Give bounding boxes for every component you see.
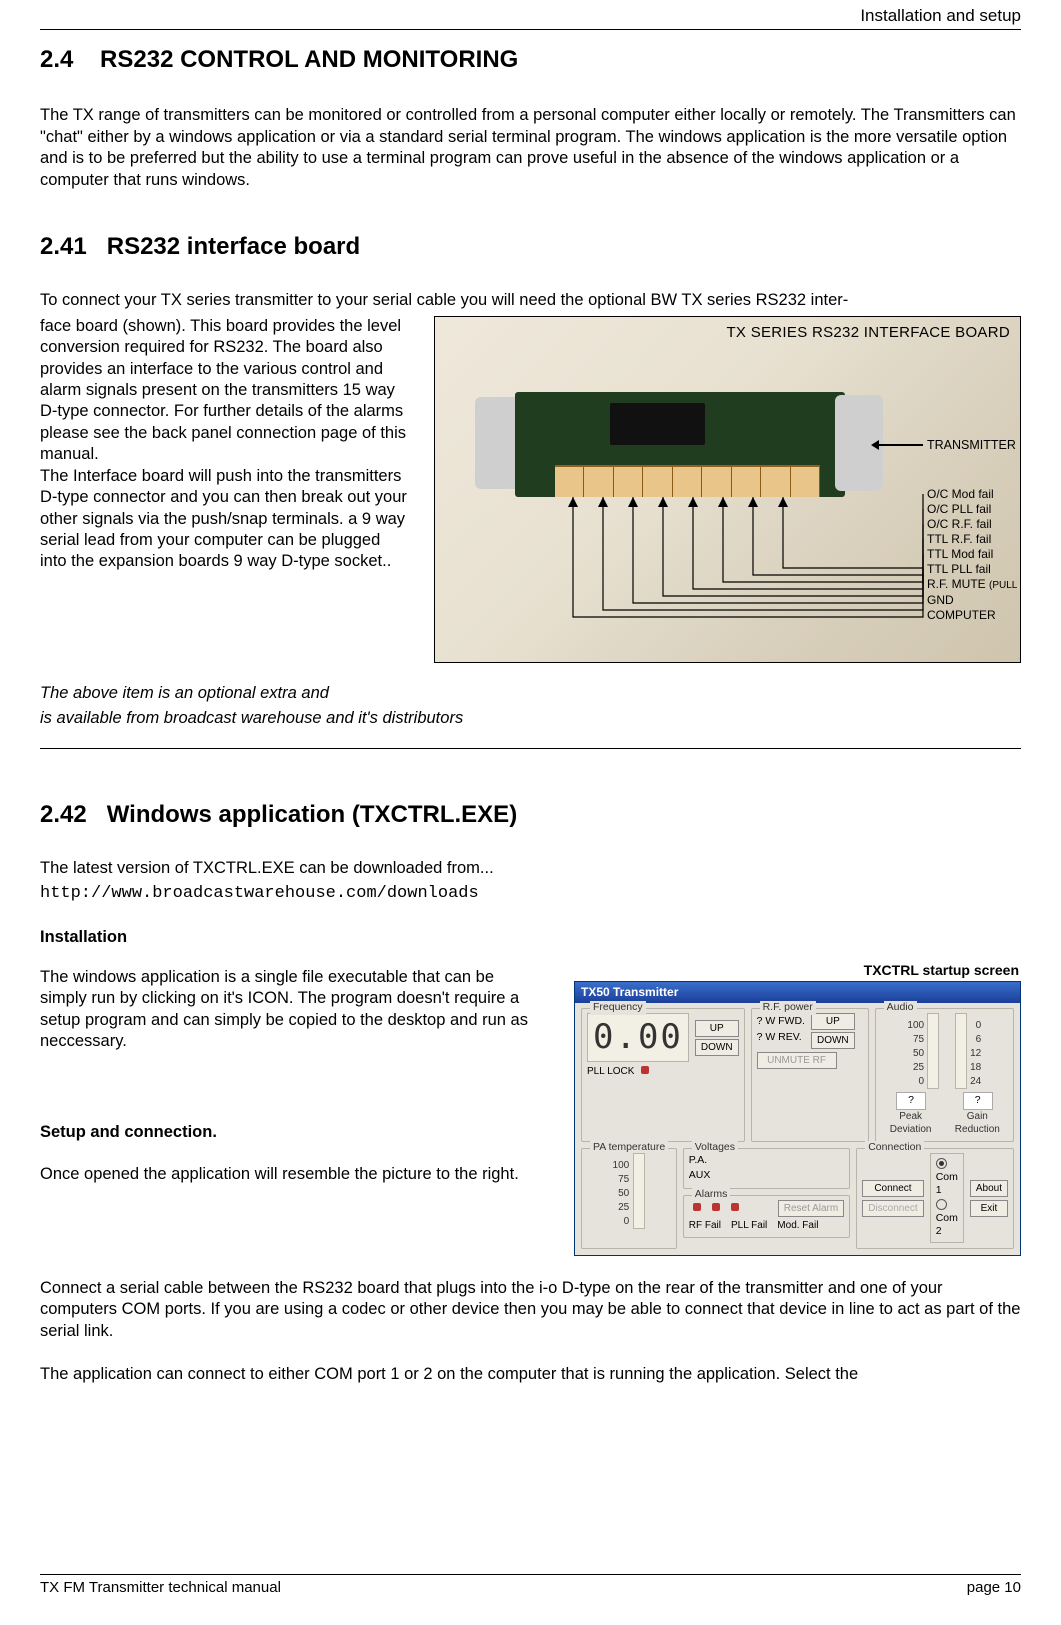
- txctrl-window: TX50 Transmitter Frequency 0.00 UP DOWN: [574, 981, 1021, 1256]
- audio-label: Audio: [884, 1001, 917, 1015]
- com-port-paragraph: The application can connect to either CO…: [40, 1364, 1021, 1385]
- section-2-42-title: Windows application (TXCTRL.EXE): [107, 801, 517, 828]
- rf-label: R.F. power: [760, 1001, 816, 1015]
- pa-temp-scale: 0 25 50 75 100: [613, 1153, 630, 1229]
- about-button[interactable]: About: [970, 1180, 1008, 1197]
- com1-radio[interactable]: Com 1: [936, 1157, 958, 1198]
- pll-lock-label: PLL LOCK: [587, 1066, 634, 1077]
- ifb-sig-oc-rf: O/C R.F. fail: [927, 517, 1021, 532]
- pa-temp-bar: [633, 1153, 645, 1229]
- section-2-41-note-line1: The above item is an optional extra and: [40, 683, 1021, 704]
- rf-down-button[interactable]: DOWN: [811, 1032, 855, 1049]
- ifb-sig-oc-pll: O/C PLL fail: [927, 502, 1021, 517]
- footer-right: page 10: [967, 1578, 1021, 1598]
- footer-left: TX FM Transmitter technical manual: [40, 1578, 281, 1598]
- reset-alarm-button[interactable]: Reset Alarm: [778, 1200, 844, 1217]
- section-2-41-lead: To connect your TX series transmitter to…: [40, 290, 1021, 311]
- audio-peak-value: ?: [896, 1092, 926, 1110]
- unmute-rf-button[interactable]: UNMUTE RF: [757, 1052, 837, 1069]
- audio-gain-label: Gain Reduction: [947, 1110, 1008, 1136]
- com2-radio[interactable]: Com 2: [936, 1198, 958, 1239]
- exit-button[interactable]: Exit: [970, 1200, 1008, 1217]
- section-2-42-download-url: http://www.broadcastwarehouse.com/downlo…: [40, 883, 1021, 905]
- ifb-sig-oc-mod: O/C Mod fail: [927, 487, 1021, 502]
- ifb-sig-gnd: GND: [927, 593, 1021, 608]
- ifb-transmitter-label: TRANSMITTER: [927, 437, 1016, 453]
- txctrl-titlebar: TX50 Transmitter: [575, 982, 1020, 1004]
- ifb-sig-ttl-mod: TTL Mod fail: [927, 547, 1021, 562]
- section-2-4-number: 2.4: [40, 46, 73, 73]
- voltage-pa-label: P.A.: [689, 1154, 708, 1166]
- alarm-mod-text: Mod. Fail: [777, 1219, 818, 1232]
- section-2-42-download-text: The latest version of TXCTRL.EXE can be …: [40, 858, 1021, 879]
- ifb-terminals: [555, 465, 820, 497]
- pa-temp-label: PA temperature: [590, 1141, 668, 1155]
- freq-up-button[interactable]: UP: [695, 1020, 739, 1037]
- connect-cable-paragraph: Connect a serial cable between the RS232…: [40, 1278, 1021, 1342]
- section-2-41-body: face board (shown). This board provides …: [40, 316, 410, 573]
- alarm-pll-led: [712, 1203, 720, 1211]
- audio-right-bar: [955, 1013, 967, 1089]
- ifb-signal-labels: O/C Mod fail O/C PLL fail O/C R.F. fail …: [927, 487, 1021, 623]
- installation-paragraph: The windows application is a single file…: [40, 967, 540, 1053]
- rf-up-button[interactable]: UP: [811, 1013, 855, 1030]
- ifb-ic-chip: [610, 403, 705, 445]
- section-2-4-title: RS232 CONTROL AND MONITORING: [100, 46, 518, 73]
- freq-display: 0.00: [587, 1013, 689, 1061]
- alarm-rf-text: RF Fail: [689, 1219, 721, 1232]
- voltage-aux-label: AUX: [689, 1169, 711, 1181]
- alarm-rf-led: [693, 1203, 701, 1211]
- voltages-label: Voltages: [692, 1141, 738, 1155]
- ifb-sig-mute: R.F. MUTE (PULL LOW FOR MUTE): [927, 577, 1021, 593]
- alarms-label: Alarms: [692, 1188, 731, 1202]
- audio-gain-value: ?: [963, 1092, 993, 1110]
- section-2-41-heading: 2.41 RS232 interface board: [40, 231, 1021, 262]
- installation-heading: Installation: [40, 927, 1021, 948]
- freq-down-button[interactable]: DOWN: [695, 1039, 739, 1056]
- section-2-4-heading: 2.4 RS232 CONTROL AND MONITORING: [40, 44, 1021, 75]
- freq-label: Frequency: [590, 1001, 646, 1015]
- txctrl-caption: TXCTRL startup screen: [574, 961, 1019, 979]
- rf-fwd: ? W FWD.: [757, 1013, 805, 1029]
- section-2-41-note-line2: is available from broadcast warehouse an…: [40, 708, 1021, 729]
- setup-paragraph: Once opened the application will resembl…: [40, 1164, 540, 1185]
- connect-button[interactable]: Connect: [862, 1180, 923, 1197]
- ifb-title: TX SERIES RS232 INTERFACE BOARD: [726, 323, 1010, 343]
- alarm-pll-text: PLL Fail: [731, 1219, 767, 1232]
- page-header-right: Installation and setup: [40, 0, 1021, 27]
- audio-right-scale: 24 18 12 6 0: [970, 1019, 981, 1089]
- section-2-41-title: RS232 interface board: [107, 233, 360, 260]
- ifb-sig-computer: COMPUTER: [927, 608, 1021, 623]
- txctrl-figure: TXCTRL startup screen TX50 Transmitter F…: [574, 961, 1021, 1256]
- ifb-transmitter-arrow: [878, 444, 923, 446]
- alarm-mod-led: [731, 1203, 739, 1211]
- disconnect-button[interactable]: Disconnect: [862, 1200, 923, 1217]
- pll-lock-led: [641, 1066, 649, 1074]
- ifb-sig-ttl-pll: TTL PLL fail: [927, 562, 1021, 577]
- section-2-42-heading: 2.42 Windows application (TXCTRL.EXE): [40, 799, 1021, 830]
- section-2-4-paragraph: The TX range of transmitters can be moni…: [40, 105, 1021, 191]
- interface-board-figure: TX SERIES RS232 INTERFACE BOARD TRANSMIT…: [434, 316, 1021, 663]
- audio-peak-label: Peak Deviation: [881, 1110, 941, 1136]
- section-2-42-number: 2.42: [40, 801, 87, 828]
- connection-label: Connection: [865, 1141, 924, 1155]
- ifb-sig-ttl-rf: TTL R.F. fail: [927, 532, 1021, 547]
- audio-left-scale: 0 25 50 75 100: [907, 1019, 924, 1089]
- rf-rev: ? W REV.: [757, 1029, 805, 1045]
- audio-left-bar: [927, 1013, 939, 1089]
- section-2-41-number: 2.41: [40, 233, 87, 260]
